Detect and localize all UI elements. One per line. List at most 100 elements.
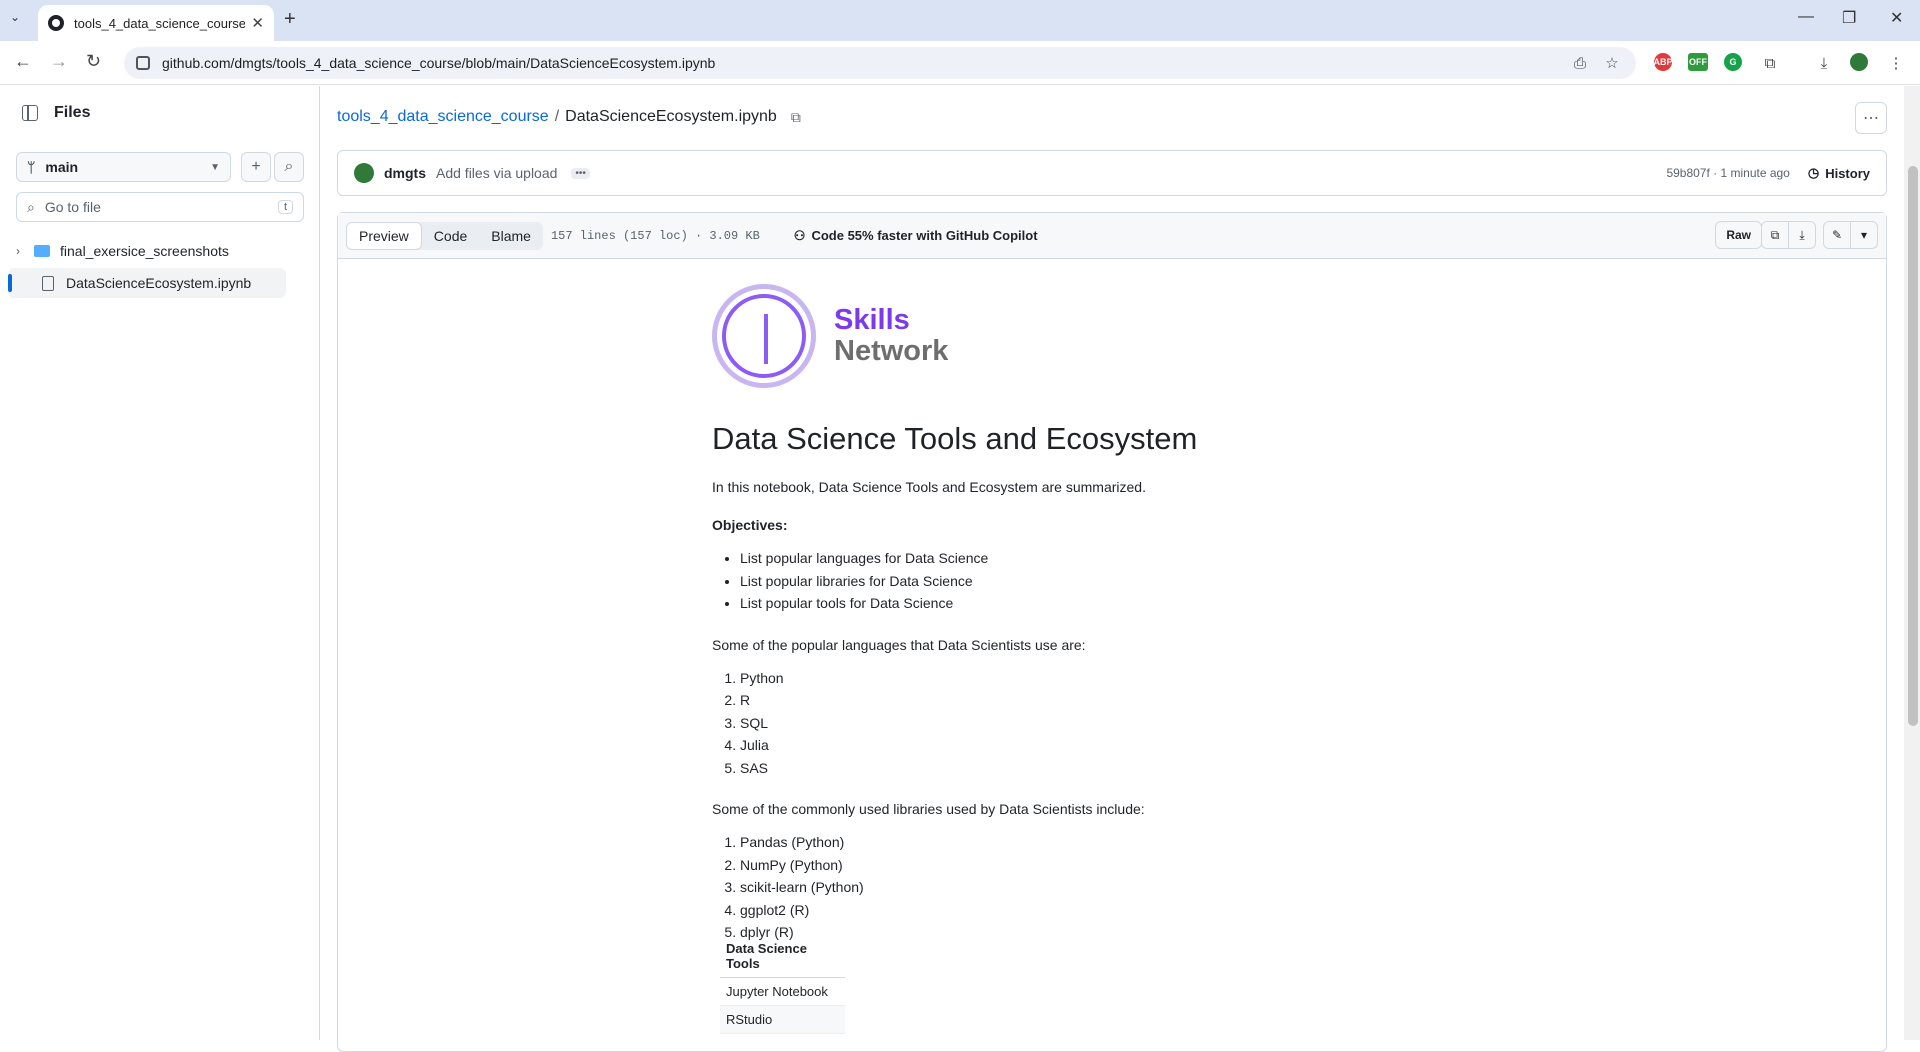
table-row: Jupyter Notebook [720, 978, 845, 1006]
list-item: List popular languages for Data Science [740, 547, 1472, 570]
more-options-button[interactable]: ⋯ [1855, 102, 1887, 134]
search-button[interactable]: ⌕ [274, 152, 304, 182]
edit-pencil-icon[interactable]: ✎ [1823, 221, 1851, 249]
tree-item-folder[interactable]: › final_exersice_screenshots [16, 236, 294, 266]
commit-meta[interactable]: 59b807f · 1 minute ago [1666, 166, 1789, 180]
github-favicon-icon [48, 15, 64, 31]
file-header: Preview Code Blame 157 lines (157 loc) ·… [338, 213, 1886, 259]
list-item: scikit-learn (Python) [740, 876, 1472, 899]
list-item: List popular tools for Data Science [740, 592, 1472, 615]
copilot-promo-link[interactable]: ⚇ Code 55% faster with GitHub Copilot [794, 228, 1038, 244]
file-info: 157 lines (157 loc) · 3.09 KB [550, 228, 760, 243]
downloads-icon[interactable]: ⤓ [1814, 53, 1834, 73]
avatar[interactable] [354, 163, 374, 183]
back-icon[interactable]: ← [14, 51, 32, 72]
objectives-list: List popular languages for Data Science … [712, 547, 1472, 615]
history-button[interactable]: ◷ History [1808, 165, 1870, 181]
restore-icon[interactable]: ❐ [1842, 8, 1856, 28]
file-actions: Raw ⧉ ⤓ ✎ ▾ [1715, 221, 1878, 249]
commit-message[interactable]: Add files via upload [436, 165, 557, 181]
file-view: tools_4_data_science_course / DataScienc… [337, 86, 1887, 1052]
download-icon[interactable]: ⤓ [1788, 221, 1816, 249]
libraries-list: Pandas (Python) NumPy (Python) scikit-le… [712, 831, 1472, 944]
objectives-label: Objectives: [712, 517, 788, 533]
view-mode-segmented: Preview Code Blame [346, 221, 543, 250]
browser-tab-active[interactable]: tools_4_data_science_course/D ✕ [38, 5, 274, 41]
raw-button[interactable]: Raw [1715, 221, 1762, 249]
history-icon: ◷ [1807, 165, 1820, 180]
forward-icon[interactable]: → [50, 51, 68, 72]
files-title: Files [54, 104, 91, 121]
breadcrumb: tools_4_data_science_course / DataScienc… [337, 108, 801, 126]
skills-network-logo: Skills Network [712, 281, 1472, 391]
list-item: SQL [740, 712, 1472, 735]
tab-preview[interactable]: Preview [346, 221, 422, 250]
tree-item-file[interactable]: DataScienceEcosystem.ipynb [8, 268, 286, 298]
page-scrollbar[interactable] [1904, 86, 1920, 1040]
adblock-extension-icon[interactable]: ABP [1654, 53, 1673, 71]
repo-link[interactable]: tools_4_data_science_course [337, 108, 549, 126]
browser-menu-icon[interactable]: ⋮ [1886, 53, 1906, 73]
close-tab-icon[interactable]: ✕ [251, 14, 264, 32]
intro-text: In this notebook, Data Science Tools and… [712, 479, 1146, 495]
tools-table: Data Science Tools Jupyter Notebook RStu… [720, 935, 845, 1034]
edit-group: ✎ ▾ [1823, 221, 1878, 249]
site-info-icon[interactable] [136, 56, 150, 70]
branch-icon: ᛘ [27, 159, 36, 175]
list-item: ggplot2 (R) [740, 899, 1472, 922]
install-app-icon[interactable]: ⎙ [1570, 53, 1590, 73]
list-item: NumPy (Python) [740, 854, 1472, 877]
folder-label: final_exersice_screenshots [60, 243, 229, 259]
edit-dropdown-icon[interactable]: ▾ [1850, 221, 1878, 249]
list-item: List popular libraries for Data Science [740, 570, 1472, 593]
list-item: SAS [740, 757, 1472, 780]
go-to-file-placeholder: Go to file [44, 199, 101, 215]
off-extension-icon[interactable]: OFF [1688, 53, 1708, 71]
list-item: dplyr (R) [740, 921, 1472, 944]
profile-avatar[interactable] [1850, 53, 1868, 71]
add-file-button[interactable]: + [241, 152, 271, 182]
grammarly-extension-icon[interactable]: G [1724, 53, 1742, 71]
new-tab-icon[interactable]: + [284, 8, 296, 31]
copilot-icon: ⚇ [793, 227, 806, 243]
tab-code[interactable]: Code [422, 222, 479, 250]
file-name: DataScienceEcosystem.ipynb [565, 108, 777, 125]
languages-list: Python R SQL Julia SAS [712, 667, 1472, 780]
bookmark-star-icon[interactable]: ☆ [1602, 53, 1622, 73]
extensions-icon[interactable]: ⧉ [1760, 53, 1780, 73]
logo-text-skills: Skills [834, 304, 910, 336]
scrollbar-thumb[interactable] [1908, 166, 1918, 726]
tab-search-icon[interactable]: ⌄ [10, 10, 20, 24]
github-page: Files ᛘ main ▼ + ⌕ ⌕ Go to file t › fina… [0, 86, 1920, 1052]
minimize-icon[interactable]: — [1798, 8, 1814, 26]
history-label: History [1825, 165, 1870, 181]
copy-raw-icon[interactable]: ⧉ [1761, 221, 1789, 249]
go-to-file-input[interactable]: ⌕ Go to file t [16, 192, 304, 222]
reload-icon[interactable]: ↻ [86, 51, 101, 72]
tab-blame[interactable]: Blame [479, 222, 543, 250]
browser-toolbar: ← → ↻ github.com/dmgts/tools_4_data_scie… [0, 41, 1920, 85]
address-bar[interactable]: github.com/dmgts/tools_4_data_science_co… [124, 47, 1636, 79]
list-item: Pandas (Python) [740, 831, 1472, 854]
chevron-right-icon[interactable]: › [16, 244, 20, 258]
file-tree-sidebar: Files ᛘ main ▼ + ⌕ ⌕ Go to file t › fina… [0, 86, 320, 1040]
libraries-intro: Some of the commonly used libraries used… [712, 801, 1145, 817]
chevron-down-icon: ▼ [210, 161, 220, 173]
close-window-icon[interactable]: ✕ [1890, 8, 1903, 28]
branch-selector[interactable]: ᛘ main ▼ [16, 152, 231, 182]
list-item: Julia [740, 734, 1472, 757]
list-item: Python [740, 667, 1472, 690]
notebook-preview: Skills Network Data Science Tools and Ec… [712, 281, 1472, 944]
notebook-heading: Data Science Tools and Ecosystem [712, 421, 1198, 456]
copy-path-icon[interactable]: ⧉ [791, 109, 801, 126]
file-icon [42, 275, 54, 291]
languages-intro: Some of the popular languages that Data … [712, 636, 1086, 653]
copilot-label: Code 55% faster with GitHub Copilot [811, 228, 1038, 243]
collapse-sidebar-icon[interactable] [22, 105, 38, 121]
commit-author[interactable]: dmgts [384, 165, 426, 181]
tab-title: tools_4_data_science_course/D [74, 15, 246, 31]
table-row: RStudio [720, 1006, 845, 1034]
url-text: github.com/dmgts/tools_4_data_science_co… [162, 55, 716, 71]
file-content-box: Preview Code Blame 157 lines (157 loc) ·… [337, 212, 1887, 1052]
expand-commit-icon[interactable]: ••• [571, 167, 590, 179]
